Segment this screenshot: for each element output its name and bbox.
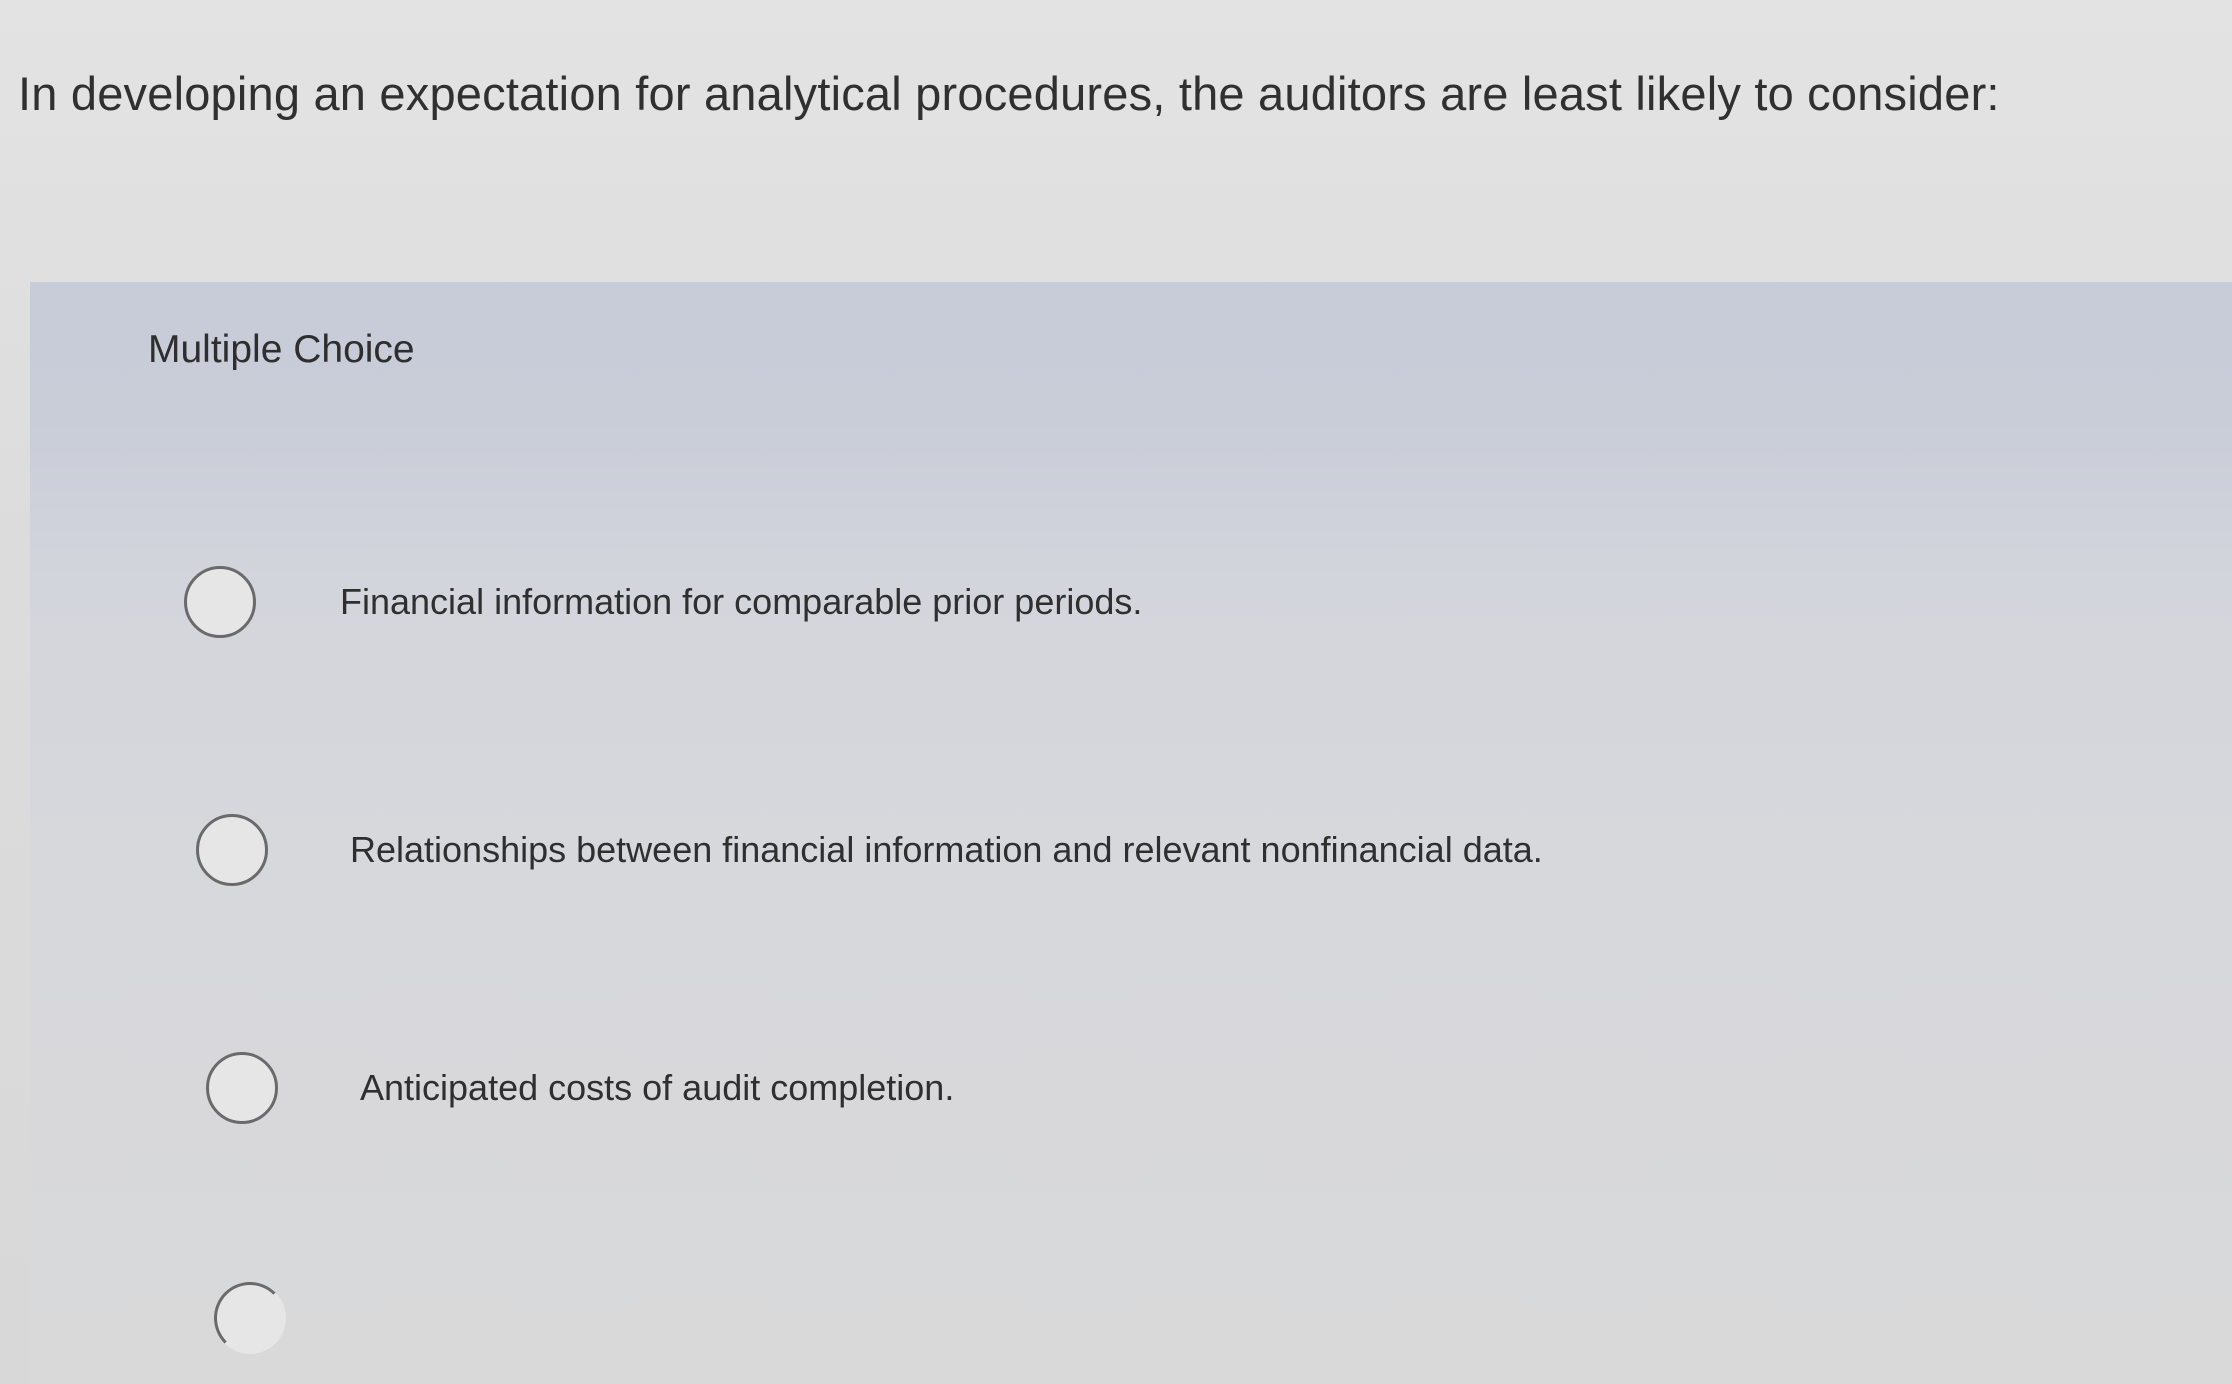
radio-button-unchecked-icon[interactable] — [214, 1282, 286, 1354]
answer-option-2[interactable]: Relationships between financial informat… — [196, 814, 1543, 886]
radio-button-unchecked-icon[interactable] — [206, 1052, 278, 1124]
answer-option-label: Relationships between financial informat… — [350, 829, 1543, 870]
answer-option-4[interactable] — [214, 1282, 286, 1354]
answer-option-label: Anticipated costs of audit completion. — [360, 1067, 955, 1108]
radio-button-unchecked-icon[interactable] — [196, 814, 268, 886]
answer-option-1[interactable]: Financial information for comparable pri… — [184, 566, 1142, 638]
answer-option-label: Financial information for comparable pri… — [340, 581, 1143, 622]
multiple-choice-header: Multiple Choice — [148, 328, 415, 371]
multiple-choice-panel: Multiple Choice Financial information fo… — [30, 282, 2232, 1384]
answer-option-3[interactable]: Anticipated costs of audit completion. — [206, 1052, 954, 1124]
radio-button-unchecked-icon[interactable] — [184, 566, 256, 638]
question-text: In developing an expectation for analyti… — [18, 67, 2000, 120]
